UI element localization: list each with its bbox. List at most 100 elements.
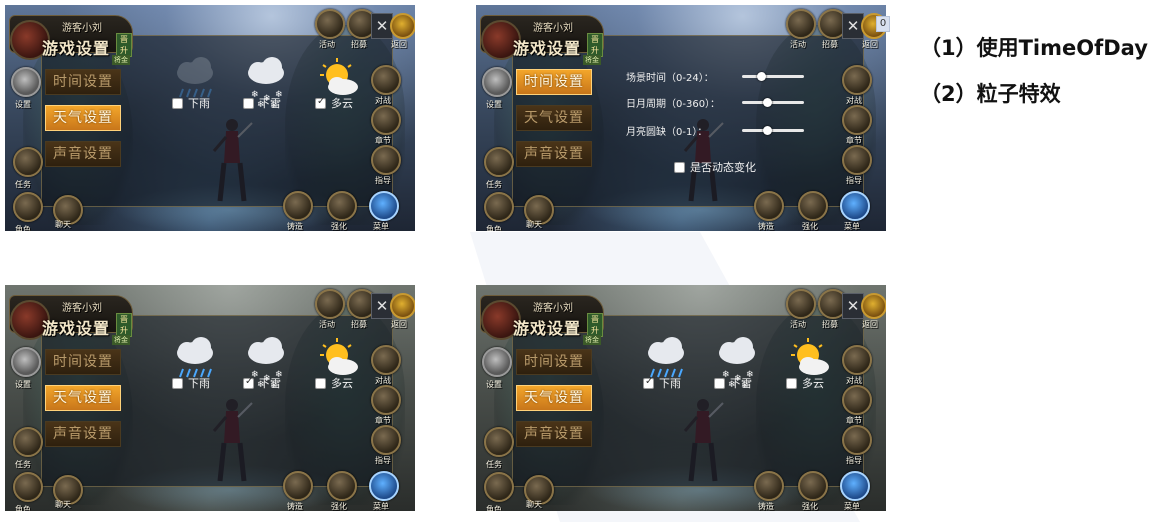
bottom_buttons-label: 菜单 [844, 502, 860, 511]
rank-badge: 将金 [583, 335, 601, 345]
activity-icon[interactable] [786, 9, 816, 39]
left_buttons-label: 角色 [15, 225, 31, 231]
weather-option[interactable]: 多云 [786, 375, 824, 391]
menu-icon[interactable] [840, 191, 870, 221]
guide-icon[interactable] [842, 425, 872, 455]
character-icon[interactable] [13, 192, 43, 222]
forge-icon[interactable] [283, 471, 313, 501]
note-timeofday: （1）使用TimeOfDay [920, 36, 1148, 60]
menu-icon[interactable] [369, 471, 399, 501]
upgrade-badge[interactable]: 晋升 [587, 313, 603, 337]
chapter-icon[interactable] [842, 385, 872, 415]
weather-option-label: 下雨 [188, 377, 210, 390]
tab-time-settings[interactable]: 时间设置 [516, 69, 592, 95]
tab-time-settings[interactable]: 时间设置 [45, 69, 121, 95]
weather-option[interactable]: 多云 [315, 375, 353, 391]
character-icon[interactable] [484, 472, 514, 502]
upgrade-badge[interactable]: 晋升 [116, 313, 132, 337]
slider-track[interactable] [742, 126, 804, 135]
checkbox[interactable] [172, 97, 183, 109]
slider-track[interactable] [742, 72, 804, 81]
tab-time-settings[interactable]: 时间设置 [45, 349, 121, 375]
screenshot-panel: 游客小刘 游戏设置 晋升 将金 设置 任务 角色 聊天 活动 招募 ✕ 返回 对战… [5, 285, 415, 511]
guide-icon[interactable] [842, 145, 872, 175]
upgrade-badge[interactable]: 晋升 [587, 33, 603, 57]
battle-icon[interactable] [371, 345, 401, 375]
back-icon[interactable] [390, 13, 415, 39]
bottom_buttons-label: 铸造 [287, 502, 303, 511]
tab-weather-settings[interactable]: 天气设置 [516, 105, 592, 131]
checkbox[interactable] [786, 377, 797, 389]
gear-icon[interactable] [11, 347, 41, 377]
character-icon[interactable] [13, 472, 43, 502]
chapter-icon[interactable] [371, 385, 401, 415]
weather-option[interactable]: 下雪 [243, 375, 281, 391]
tab-weather-settings[interactable]: 天气设置 [45, 385, 121, 411]
character-icon[interactable] [484, 192, 514, 222]
checkbox[interactable] [315, 96, 326, 109]
task-icon[interactable] [13, 147, 43, 177]
gear-icon[interactable] [482, 347, 512, 377]
checkbox[interactable] [172, 377, 183, 389]
left_buttons-label: 聊天 [526, 220, 542, 229]
weather-option[interactable]: 下雨 [643, 375, 681, 391]
slider-handle[interactable] [763, 98, 772, 107]
enhance-icon[interactable] [327, 471, 357, 501]
chapter-icon[interactable] [842, 105, 872, 135]
menu-icon[interactable] [369, 191, 399, 221]
activity-icon[interactable] [315, 289, 345, 319]
forge-icon[interactable] [754, 191, 784, 221]
activity-icon[interactable] [786, 289, 816, 319]
tab-sound-settings[interactable]: 声音设置 [45, 141, 121, 167]
forge-icon[interactable] [283, 191, 313, 221]
task-icon[interactable] [484, 427, 514, 457]
weather-option[interactable]: 多云 [315, 95, 353, 111]
top_buttons-label: 活动 [790, 320, 806, 329]
enhance-icon[interactable] [798, 471, 828, 501]
tab-time-settings[interactable]: 时间设置 [516, 349, 592, 375]
enhance-icon[interactable] [327, 191, 357, 221]
tab-weather-settings[interactable]: 天气设置 [516, 385, 592, 411]
tab-sound-settings[interactable]: 声音设置 [516, 141, 592, 167]
checkbox[interactable] [714, 377, 725, 389]
menu-icon[interactable] [840, 471, 870, 501]
chapter-icon[interactable] [371, 105, 401, 135]
weather-option[interactable]: 下雨 [172, 375, 210, 391]
back-icon[interactable] [861, 293, 886, 319]
checkbox[interactable] [674, 161, 685, 173]
task-icon[interactable] [484, 147, 514, 177]
checkbox[interactable] [243, 376, 254, 389]
slider-handle[interactable] [763, 126, 772, 135]
battle-icon[interactable] [842, 345, 872, 375]
battle-icon[interactable] [371, 65, 401, 95]
guide-icon[interactable] [371, 425, 401, 455]
activity-icon[interactable] [315, 9, 345, 39]
weather-option-label: 下雪 [259, 97, 281, 110]
slider-track[interactable] [742, 98, 804, 107]
forge-icon[interactable] [754, 471, 784, 501]
gear-icon[interactable] [482, 67, 512, 97]
back-icon[interactable] [390, 293, 415, 319]
battle-icon[interactable] [842, 65, 872, 95]
bottom_buttons-label: 铸造 [758, 502, 774, 511]
checkbox[interactable] [315, 377, 326, 389]
weather-option[interactable]: 下雨 [172, 95, 210, 111]
upgrade-badge[interactable]: 晋升 [116, 33, 132, 57]
gear-icon[interactable] [11, 67, 41, 97]
enhance-icon[interactable] [798, 191, 828, 221]
weather-option[interactable]: 下雪 [714, 375, 752, 391]
tab-sound-settings[interactable]: 声音设置 [45, 421, 121, 447]
right_buttons-label: 指导 [375, 176, 391, 185]
tab-sound-settings[interactable]: 声音设置 [516, 421, 592, 447]
guide-icon[interactable] [371, 145, 401, 175]
slider-handle[interactable] [757, 72, 766, 81]
tab-weather-settings[interactable]: 天气设置 [45, 105, 121, 131]
checkbox[interactable] [243, 97, 254, 109]
rank-badge: 将金 [583, 55, 601, 65]
weather-option[interactable]: 下雪 [243, 95, 281, 111]
dynamic-toggle[interactable]: 是否动态变化 [674, 159, 756, 175]
left_buttons-label: 聊天 [55, 220, 71, 229]
checkbox[interactable] [643, 376, 654, 389]
bottom_buttons-label: 菜单 [373, 222, 389, 231]
task-icon[interactable] [13, 427, 43, 457]
